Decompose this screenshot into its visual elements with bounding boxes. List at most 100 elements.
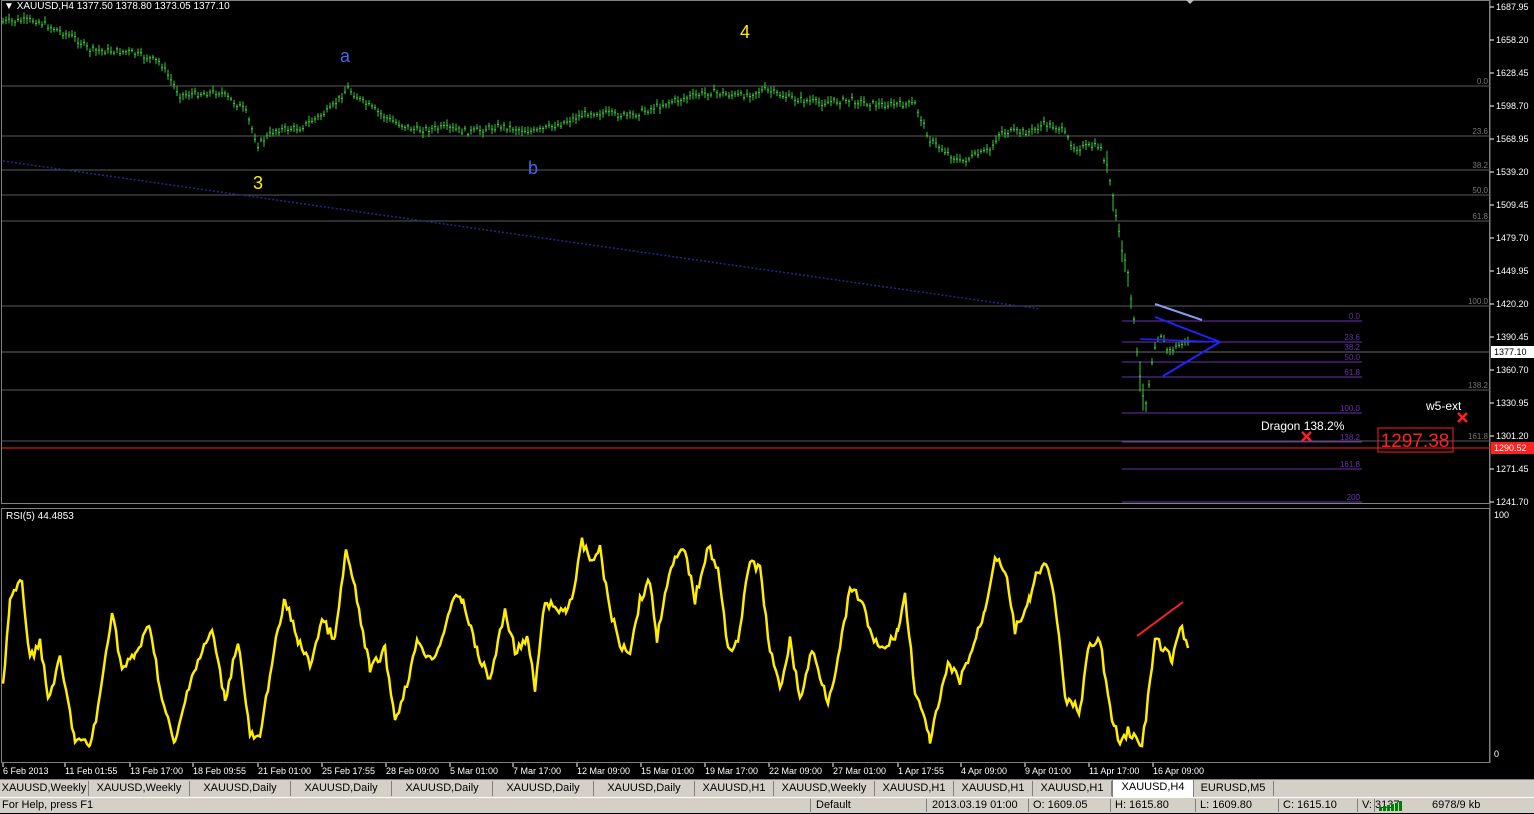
chart-tab[interactable]: XAUUSD,Daily (392, 781, 493, 796)
fib-small-level-label: 50.0 (1344, 353, 1360, 362)
status-high: H: 1615.80 (1115, 799, 1169, 811)
chart-tab[interactable]: XAUUSD,Daily (190, 781, 291, 796)
shift-marker-icon[interactable] (1186, 0, 1194, 4)
rsi-divergence-line[interactable] (1136, 601, 1184, 637)
price-tick-label: 1568.95 (1496, 134, 1529, 144)
chart-tab[interactable]: XAUUSD,Daily (291, 781, 392, 796)
price-tick-label: 1330.95 (1496, 398, 1529, 408)
rsi-line (1, 537, 1190, 749)
chart-tab[interactable]: XAUUSD,Daily (594, 781, 695, 796)
wave-3-label: 3 (253, 173, 263, 193)
time-tick-label: 13 Feb 17:00 (130, 766, 183, 776)
time-tick-label: 9 Apr 01:00 (1025, 766, 1071, 776)
fib-small-level-label: 38.2 (1344, 343, 1360, 352)
price-tick-label: 1271.45 (1496, 464, 1529, 474)
chart-tab[interactable]: EURUSD,M5 (1193, 781, 1274, 796)
fib-level-label: 161.8 (1468, 432, 1489, 441)
chart-menu-icon[interactable]: ▼ (4, 1, 14, 12)
chart-tab[interactable]: XAUUSD,H4 (1112, 780, 1194, 797)
fib-small-level-label: 200 (1347, 493, 1361, 502)
connection-bars-icon (1378, 800, 1408, 811)
price-axis: 1687.95 1658.20 1628.45 1598.70 1568.95 1539.… (1490, 2, 1529, 507)
time-axis: 6 Feb 2013 11 Feb 01:55 13 Feb 17:00 18 Feb… (2, 763, 1204, 776)
fib-level-label: 100.0 (1468, 297, 1489, 306)
price-tick-label: 1539.20 (1496, 167, 1529, 177)
chart-tab[interactable]: XAUUSD,Daily (493, 781, 594, 796)
status-datetime: 2013.03.19 01:00 (932, 799, 1018, 811)
price-tick-label: 1687.95 (1496, 2, 1529, 12)
rsi-title: RSI(5) 44.4853 (6, 511, 74, 522)
chart-tab[interactable]: XAUUSD,H1 (695, 781, 774, 796)
fib-level-label: 61.8 (1472, 212, 1488, 221)
chart-canvas[interactable]: 0.023.638.250.061.8100.0138.2161.8 0.023… (0, 0, 1534, 812)
fib-small-level-label: 61.8 (1344, 368, 1360, 377)
target-box-value: 1297.38 (1381, 431, 1450, 452)
chart-tab[interactable]: XAUUSD,H1 (1033, 781, 1112, 796)
time-tick-label: 7 Mar 17:00 (513, 766, 561, 776)
chart-tab[interactable]: XAUUSD,Weekly (774, 781, 875, 796)
fib-small-level-label: 138.2 (1340, 433, 1361, 442)
status-close: C: 1615.10 (1283, 799, 1337, 811)
status-bar: For Help, press F1 Default 2013.03.19 01… (0, 797, 1534, 813)
time-tick-label: 19 Mar 17:00 (705, 766, 758, 776)
price-tick-label: 1449.95 (1496, 266, 1529, 276)
fib-level-label: 0.0 (1477, 77, 1489, 86)
time-tick-label: 28 Feb 09:00 (386, 766, 439, 776)
chart-tabs-bar: XAUUSD,Weekly XAUUSD,Weekly XAUUSD,Daily XA… (0, 779, 1534, 798)
time-tick-label: 4 Apr 09:00 (961, 766, 1007, 776)
price-tick-label: 1360.70 (1496, 365, 1529, 375)
chart-tab[interactable]: XAUUSD,Weekly (89, 781, 190, 796)
time-tick-label: 25 Feb 17:55 (322, 766, 375, 776)
fib-level-label: 138.2 (1468, 381, 1489, 390)
time-tick-label: 21 Feb 01:00 (258, 766, 311, 776)
price-tick-label: 1598.70 (1496, 101, 1529, 111)
time-tick-label: 18 Feb 09:55 (193, 766, 246, 776)
chart-title: ▼ XAUUSD,H4 1377.50 1378.80 1373.05 1377… (4, 1, 230, 12)
wave-a-label: a (340, 46, 351, 66)
price-tick-label: 1301.20 (1496, 431, 1529, 441)
rsi-axis-min: 0 (1494, 749, 1499, 759)
time-tick-label: 16 Apr 09:00 (1153, 766, 1204, 776)
price-tick-label: 1479.70 (1496, 233, 1529, 243)
time-tick-label: 15 Mar 01:00 (641, 766, 694, 776)
current-price-label: 1377.10 (1494, 347, 1527, 357)
time-tick-label: 11 Apr 17:00 (1089, 766, 1139, 776)
price-tick-label: 1241.70 (1496, 497, 1529, 507)
chart-tab[interactable]: XAUUSD,H1 (954, 781, 1033, 796)
rsi-chart-frame (1, 508, 1490, 763)
status-profile: Default (816, 799, 851, 811)
price-tick-label: 1658.20 (1496, 35, 1529, 45)
price-tick-label: 1628.45 (1496, 68, 1529, 78)
time-tick-label: 1 Apr 17:55 (898, 766, 944, 776)
status-help: For Help, press F1 (2, 799, 94, 811)
fib-level-label: 23.6 (1472, 127, 1488, 136)
time-tick-label: 27 Mar 01:00 (833, 766, 886, 776)
time-tick-label: 12 Mar 09:00 (577, 766, 630, 776)
x-marker-dragon[interactable] (1301, 431, 1312, 442)
fib-small-level-label: 100.0 (1340, 404, 1361, 413)
fib-small-level-label: 0.0 (1349, 312, 1361, 321)
fib-small-level-label: 161.8 (1340, 460, 1361, 469)
chart-title-text: XAUUSD,H4 1377.50 1378.80 1373.05 1377.1… (16, 1, 230, 12)
price-tick-label: 1390.45 (1496, 332, 1529, 342)
rsi-axis-max: 100 (1494, 510, 1509, 520)
time-tick-label: 11 Feb 01:55 (65, 766, 117, 776)
red-level-label: 1290.52 (1494, 443, 1527, 453)
chart-tab[interactable]: XAUUSD,H1 (875, 781, 954, 796)
time-tick-label: 6 Feb 2013 (3, 766, 49, 776)
trendline[interactable] (2, 160, 1041, 310)
status-open: O: 1609.05 (1033, 799, 1088, 811)
fib-retracement-large[interactable]: 0.023.638.250.061.8100.0138.2161.8 (2, 77, 1490, 442)
chart-tab[interactable]: XAUUSD,Weekly (0, 781, 89, 796)
w5-ext-label: w5-ext (1425, 399, 1462, 413)
x-marker-w5[interactable] (1457, 412, 1468, 423)
price-tick-label: 1420.20 (1496, 299, 1529, 309)
status-low: L: 1609.80 (1200, 799, 1252, 811)
status-traffic: 6978/9 kb (1432, 799, 1481, 811)
fib-level-label: 50.0 (1472, 186, 1488, 195)
price-tick-label: 1509.45 (1496, 200, 1529, 210)
wave-b-label: b (528, 158, 538, 178)
dragon-label: Dragon 138.2% (1261, 419, 1345, 433)
wave-4-label: 4 (740, 22, 750, 42)
fib-level-label: 38.2 (1472, 161, 1488, 170)
